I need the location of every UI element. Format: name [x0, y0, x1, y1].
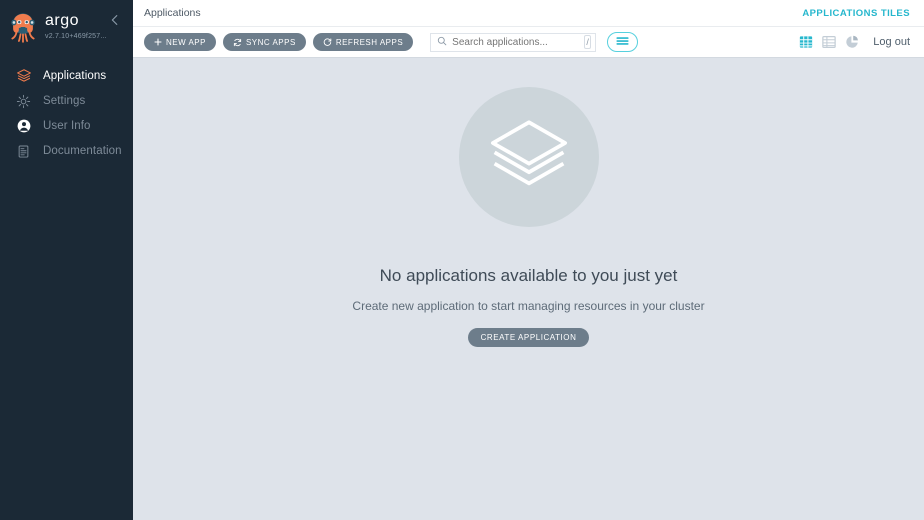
toolbar-right-group: Log out	[790, 35, 910, 50]
sidebar-item-user-info[interactable]: User Info	[0, 114, 133, 138]
plus-icon	[154, 38, 162, 46]
layers-stack-icon	[486, 112, 572, 203]
logout-button[interactable]: Log out	[873, 36, 910, 48]
user-circle-icon	[14, 118, 33, 134]
book-icon	[14, 144, 33, 159]
sync-icon	[233, 38, 242, 47]
sidebar-item-label: Applications	[43, 70, 107, 82]
argo-octopus-logo-icon	[9, 11, 37, 43]
filter-sliders-icon	[616, 33, 629, 51]
sync-apps-button[interactable]: SYNC APPS	[222, 33, 306, 51]
applications-tiles-label[interactable]: APPLICATIONS TILES	[802, 8, 910, 19]
top-breadcrumb-bar: Applications APPLICATIONS TILES	[133, 0, 924, 27]
sidebar-item-label: User Info	[43, 120, 91, 132]
logo-wordmark: argo	[45, 12, 80, 29]
new-app-button[interactable]: NEW APP	[144, 33, 216, 51]
main-area: Applications APPLICATIONS TILES NEW APP	[133, 0, 924, 520]
refresh-apps-button[interactable]: REFRESH APPS	[312, 33, 414, 51]
grid-tiles-icon[interactable]	[798, 35, 813, 50]
toolbar: NEW APP SYNC APPS REFRESH APPS Search ap…	[133, 27, 924, 58]
create-application-button[interactable]: CREATE APPLICATION	[467, 328, 590, 347]
empty-state: No applications available to you just ye…	[133, 87, 924, 520]
sidebar-item-documentation[interactable]: Documentation	[0, 139, 133, 163]
refresh-icon	[323, 37, 332, 47]
new-app-label: NEW APP	[166, 37, 206, 47]
filter-toggle-button[interactable]	[607, 32, 639, 52]
refresh-apps-label: REFRESH APPS	[335, 37, 404, 47]
pie-chart-icon[interactable]	[844, 35, 859, 50]
list-view-icon[interactable]	[821, 35, 836, 50]
empty-state-icon-circle	[458, 87, 599, 227]
gear-icon	[14, 94, 33, 109]
sidebar-item-applications[interactable]: Applications	[0, 64, 133, 88]
sidebar-item-settings[interactable]: Settings	[0, 89, 133, 113]
sidebar: argo v2.7.10+469f257... Applications Set…	[0, 0, 133, 520]
breadcrumb[interactable]: Applications	[144, 7, 201, 19]
sync-apps-label: SYNC APPS	[245, 37, 296, 47]
logo-text-wrap: argo v2.7.10+469f257...	[45, 11, 107, 41]
empty-state-subtitle: Create new application to start managing…	[352, 299, 705, 313]
sidebar-nav: Applications Settings User Info Document…	[0, 64, 133, 163]
empty-state-title: No applications available to you just ye…	[379, 266, 678, 285]
search-shortcut-badge: /	[584, 35, 592, 49]
sidebar-item-label: Documentation	[43, 145, 122, 157]
search-input[interactable]	[452, 36, 585, 48]
version-label: v2.7.10+469f257...	[45, 33, 107, 40]
arrow-left-icon[interactable]	[107, 12, 123, 28]
argocd-app: argo v2.7.10+469f257... Applications Set…	[0, 0, 924, 520]
sidebar-item-label: Settings	[43, 95, 86, 107]
search-icon	[437, 33, 447, 51]
content-area: No applications available to you just ye…	[133, 58, 924, 520]
search-box[interactable]: /	[430, 32, 597, 52]
sidebar-logo-row[interactable]: argo v2.7.10+469f257...	[0, 0, 133, 43]
layers-icon	[14, 68, 33, 84]
